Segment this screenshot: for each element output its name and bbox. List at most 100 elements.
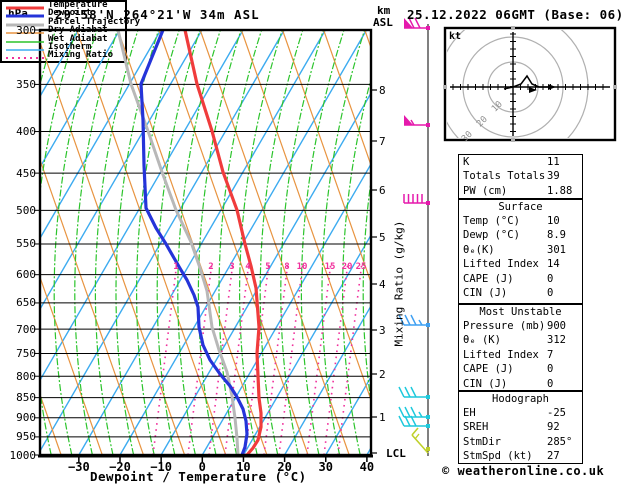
indices-panel: K 11 Totals Totals 39 PW (cm) 1.88 xyxy=(458,154,583,199)
panel-row-label: Pressure (mb) xyxy=(463,320,546,332)
indices-panel: Hodograph EH -25 SREH 92 StmDir 285° StmSpd (kt… xyxy=(458,391,583,464)
pressure-tick-label: 750 xyxy=(16,346,36,360)
panel-row-value: 312 xyxy=(547,334,566,347)
wet-adiabat-line xyxy=(74,30,118,455)
panel-row-value: 27 xyxy=(547,450,560,463)
pressure-tick-label: 550 xyxy=(16,237,36,251)
panel-row-label: Lifted Index xyxy=(463,258,539,271)
panel-row-label: θₑ (K) xyxy=(463,334,501,347)
km-tick-label: 6 xyxy=(379,184,386,197)
panel-row-value: 0 xyxy=(547,286,554,299)
panel-row-value: 11 xyxy=(547,156,560,168)
lcl-label: LCL xyxy=(386,447,406,460)
panel-title: Hodograph xyxy=(492,393,549,405)
altitude-unit-asl-label: ASL xyxy=(373,16,393,29)
panel-row: θₑ(K) 301 xyxy=(459,243,582,257)
km-tick-label: 2 xyxy=(379,368,386,381)
panel-row: Dewp (°C) 8.9 xyxy=(459,228,582,242)
panel-row: CAPE (J) 0 xyxy=(459,362,582,376)
wet-adiabat-line xyxy=(53,30,98,455)
km-tick-label: 5 xyxy=(379,231,386,244)
wind-barb xyxy=(404,115,430,127)
km-tick-label: 7 xyxy=(379,135,386,148)
panel-row-label: StmDir xyxy=(463,435,501,448)
legend-item-label: Mixing Ratio xyxy=(48,50,114,61)
panel-row-label: StmSpd (kt) xyxy=(463,450,533,463)
pressure-tick-label: 400 xyxy=(16,125,36,139)
mixing-ratio-value: 8 xyxy=(284,262,290,272)
mixing-ratio-line xyxy=(306,261,332,455)
indices-panel: Most Unstable Pressure (mb) 900 θₑ (K) 312 Li… xyxy=(458,304,583,391)
panel-row: θₑ (K) 312 xyxy=(459,333,582,347)
panel-row-value: 7 xyxy=(547,348,554,361)
run-date-label: 25.12.2022 06GMT (Base: 06) xyxy=(407,7,624,22)
wet-adiabat-line xyxy=(280,30,324,455)
panel-row-label: CAPE (J) xyxy=(463,363,514,376)
indices-panel: Surface Temp (°C) 10 Dewp (°C) 8.9 θₑ(K) 301 Li… xyxy=(458,199,583,304)
panel-row-label: PW (cm) xyxy=(463,184,508,197)
pressure-tick-label: 600 xyxy=(16,268,36,282)
pressure-tick-label: 500 xyxy=(16,203,36,217)
panel-row: SREH 92 xyxy=(459,420,582,434)
panel-row-value: 301 xyxy=(547,243,566,256)
legend-item: Mixing Ratio xyxy=(2,50,125,61)
panel-row-value: 1.88 xyxy=(547,184,573,197)
panel-row: Lifted Index 14 xyxy=(459,257,582,271)
mixing-ratio-line xyxy=(263,261,289,455)
panel-row-value: 10 xyxy=(547,215,560,227)
panel-row: CIN (J) 0 xyxy=(459,377,582,391)
panel-row-value: 900 xyxy=(547,320,566,332)
panel-row: CAPE (J) 0 xyxy=(459,272,582,286)
pressure-tick-label: 950 xyxy=(16,430,36,444)
panel-row: EH -25 xyxy=(459,406,582,420)
panel-row-label: CIN (J) xyxy=(463,377,508,390)
mixing-ratio-line xyxy=(337,261,363,455)
wet-adiabat-line xyxy=(115,30,160,455)
panel-row-label: EH xyxy=(463,407,476,419)
panel-row: K 11 xyxy=(459,155,582,169)
panel-row: Lifted Index 7 xyxy=(459,348,582,362)
panel-row-label: CAPE (J) xyxy=(463,272,514,285)
pressure-tick-label: 1000 xyxy=(9,448,37,462)
panel-row-label: Dewp (°C) xyxy=(463,229,520,242)
panel-row-label: K xyxy=(463,156,470,168)
legend-line-sample xyxy=(6,57,44,60)
panel-row-label: SREH xyxy=(463,421,489,434)
km-tick-label: 3 xyxy=(379,324,386,337)
altitude-unit-km-label: km xyxy=(377,4,391,17)
wet-adiabat-line xyxy=(218,30,263,455)
pressure-tick-label: 350 xyxy=(16,77,36,91)
panel-row-value: 92 xyxy=(547,421,560,434)
panel-row: StmDir 285° xyxy=(459,435,582,449)
mixing-ratio-value: 5 xyxy=(265,262,271,272)
panel-row-value: 0 xyxy=(547,363,554,376)
pressure-tick-label: 450 xyxy=(16,166,36,180)
hodograph-unit-label: kt xyxy=(449,31,462,42)
mixing-ratio-value: 2 xyxy=(208,262,214,272)
temp-tick-label: 30 xyxy=(318,460,333,474)
pressure-tick-label: 700 xyxy=(16,322,36,336)
pressure-tick-label: 800 xyxy=(16,369,36,383)
wind-barb xyxy=(411,427,430,454)
panel-row-label: CIN (J) xyxy=(463,286,508,299)
pressure-tick-label: 900 xyxy=(16,411,36,425)
temp-tick-label: 40 xyxy=(359,460,375,474)
wet-adiabat-line xyxy=(321,30,366,455)
panel-row-value: 0 xyxy=(547,272,554,285)
panel-row-value: 0 xyxy=(547,377,554,390)
pressure-tick-label: 300 xyxy=(16,23,36,37)
x-axis-title: Dewpoint / Temperature (°C) xyxy=(90,469,307,484)
panel-row-value: -25 xyxy=(547,407,566,419)
panel-row: Pressure (mb) 900 xyxy=(459,319,582,333)
mixing-ratio-value: 15 xyxy=(324,262,336,272)
panel-row-label: Temp (°C) xyxy=(463,215,520,227)
panel-row: CIN (J) 0 xyxy=(459,286,582,300)
panel-row: PW (cm) 1.88 xyxy=(459,184,582,198)
panel-row-label: Lifted Index xyxy=(463,348,539,361)
mixing-ratio-value: 10 xyxy=(296,262,308,272)
panel-row-label: θₑ(K) xyxy=(463,243,495,256)
km-tick-label: 4 xyxy=(379,278,386,291)
km-tick-label: 8 xyxy=(379,84,386,97)
wet-adiabat-line xyxy=(300,30,345,455)
pressure-tick-label: 850 xyxy=(16,391,36,405)
